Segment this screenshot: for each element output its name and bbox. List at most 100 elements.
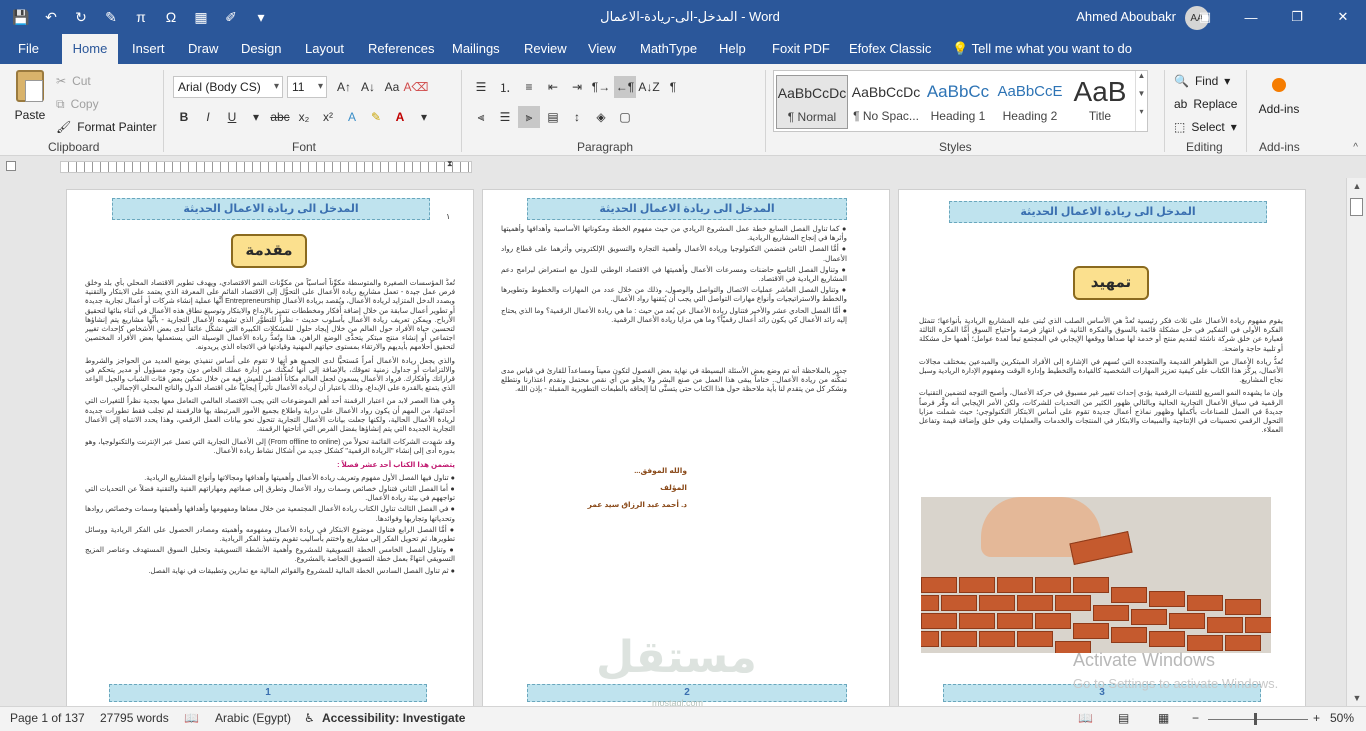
italic-icon[interactable]: I bbox=[197, 106, 219, 128]
font-color-dropdown-icon[interactable]: ▾ bbox=[413, 106, 435, 128]
bullets-icon[interactable]: ☰ bbox=[470, 76, 492, 98]
font-size-select[interactable]: 11 bbox=[287, 76, 327, 98]
justify-icon[interactable]: ▤ bbox=[542, 106, 564, 128]
numbering-icon[interactable]: ⒈ bbox=[494, 76, 516, 98]
accessibility-status[interactable]: Accessibility: Investigate bbox=[322, 711, 465, 725]
document-canvas[interactable]: المدخل الى ريادة الاعمال الحديثة ١ مقدمة… bbox=[0, 178, 1346, 706]
clear-formatting-icon[interactable]: A⌫ bbox=[404, 76, 429, 98]
close-icon[interactable]: ✕ bbox=[1320, 0, 1366, 34]
collapse-ribbon-icon[interactable]: ^ bbox=[1353, 142, 1358, 153]
scroll-thumb[interactable] bbox=[1350, 198, 1363, 216]
page-count[interactable]: Page 1 of 137 bbox=[10, 711, 85, 725]
superscript-icon[interactable]: x² bbox=[317, 106, 339, 128]
draw-icon[interactable]: ✎ bbox=[100, 6, 122, 28]
ribbon-display-icon[interactable]: ▣ bbox=[1182, 0, 1228, 34]
highlight-icon[interactable]: ✎ bbox=[365, 106, 387, 128]
style-heading-2[interactable]: AaBbCcE Heading 2 bbox=[994, 75, 1066, 129]
format-painter-button[interactable]: 🖌 Format Painter bbox=[56, 116, 157, 139]
tab-references[interactable]: References bbox=[360, 34, 442, 64]
page-2[interactable]: المدخل الى ريادة الاعمال الحديثة ● كما ت… bbox=[482, 189, 890, 706]
decrease-indent-icon[interactable]: ⇤ bbox=[542, 76, 564, 98]
scroll-up-icon[interactable]: ▲ bbox=[1347, 178, 1366, 194]
scroll-down-icon[interactable]: ▼ bbox=[1347, 690, 1366, 706]
minimize-icon[interactable]: — bbox=[1228, 0, 1274, 34]
tab-view[interactable]: View bbox=[580, 34, 624, 64]
rtl-icon[interactable]: ←¶ bbox=[614, 76, 636, 98]
underline-dropdown-icon[interactable]: ▾ bbox=[245, 106, 267, 128]
tab-efofex-classic[interactable]: Efofex Classic bbox=[841, 34, 939, 64]
tab-mailings[interactable]: Mailings bbox=[444, 34, 508, 64]
proofing-icon[interactable]: 📖 bbox=[184, 711, 199, 725]
user-name[interactable]: Ahmed Aboubakr bbox=[1076, 9, 1176, 24]
undo-icon[interactable]: ↶ bbox=[40, 6, 62, 28]
tab-insert[interactable]: Insert bbox=[124, 34, 173, 64]
align-left-icon[interactable]: ⫷ bbox=[470, 106, 492, 128]
underline-icon[interactable]: U bbox=[221, 106, 243, 128]
styles-scroll[interactable]: ▲ ▼ ▾ bbox=[1135, 71, 1147, 131]
grow-font-icon[interactable]: A↑ bbox=[333, 76, 355, 98]
tab-layout[interactable]: Layout bbox=[297, 34, 352, 64]
tab-design[interactable]: Design bbox=[233, 34, 289, 64]
restore-icon[interactable]: ❐ bbox=[1274, 0, 1320, 34]
paste-button[interactable]: Paste bbox=[12, 70, 48, 132]
copy-button[interactable]: ⧉ Copy bbox=[56, 93, 157, 116]
zoom-level[interactable]: 50% bbox=[1330, 711, 1354, 725]
table-icon[interactable]: ▦ bbox=[190, 6, 212, 28]
style-title[interactable]: AaB Title bbox=[1064, 75, 1136, 129]
tab-draw[interactable]: Draw bbox=[180, 34, 226, 64]
increase-indent-icon[interactable]: ⇥ bbox=[566, 76, 588, 98]
tab-review[interactable]: Review bbox=[516, 34, 575, 64]
font-color-icon[interactable]: A bbox=[389, 106, 411, 128]
web-layout-icon[interactable]: ▦ bbox=[1158, 711, 1169, 725]
print-layout-icon[interactable]: ▤ bbox=[1118, 711, 1129, 725]
zoom-out-icon[interactable]: − bbox=[1192, 711, 1199, 725]
style-no-spacing[interactable]: AaBbCcDc ¶ No Spac... bbox=[850, 75, 922, 129]
zoom-in-icon[interactable]: + bbox=[1313, 711, 1320, 725]
shading-icon[interactable]: ◈ bbox=[590, 106, 612, 128]
save-icon[interactable]: 💾 bbox=[10, 6, 32, 28]
ltr-icon[interactable]: ¶→ bbox=[590, 76, 612, 98]
tab-mathtype[interactable]: MathType bbox=[632, 34, 705, 64]
align-right-icon[interactable]: ⫸ bbox=[518, 106, 540, 128]
tab-file[interactable]: File bbox=[10, 34, 47, 64]
line-spacing-icon[interactable]: ↕ bbox=[566, 106, 588, 128]
add-ins-button[interactable]: Add-ins bbox=[1254, 74, 1304, 116]
tab-help[interactable]: Help bbox=[711, 34, 754, 64]
show-marks-icon[interactable]: ¶ bbox=[662, 76, 684, 98]
customize-qat-icon[interactable]: ▾ bbox=[250, 6, 272, 28]
indent-marker-icon[interactable]: ⧗ bbox=[447, 159, 453, 169]
strikethrough-icon[interactable]: abc bbox=[269, 106, 291, 128]
align-center-icon[interactable]: ☰ bbox=[494, 106, 516, 128]
page-3[interactable]: المدخل الى ريادة الاعمال الحديثة تمهيد ي… bbox=[898, 189, 1306, 706]
page-1[interactable]: المدخل الى ريادة الاعمال الحديثة ١ مقدمة… bbox=[66, 189, 474, 706]
shrink-font-icon[interactable]: A↓ bbox=[357, 76, 379, 98]
horizontal-ruler[interactable]: ⧗ bbox=[60, 159, 472, 173]
vertical-scrollbar[interactable]: ▲ ▼ bbox=[1346, 178, 1366, 706]
tell-me-box[interactable]: 💡 Tell me what you want to do bbox=[944, 34, 1140, 64]
tab-selector-icon[interactable] bbox=[6, 161, 16, 171]
cut-button[interactable]: ✂ Cut bbox=[56, 70, 157, 93]
zoom-slider[interactable] bbox=[1208, 719, 1308, 720]
style-heading-1[interactable]: AaBbCc Heading 1 bbox=[922, 75, 994, 129]
zoom-knob[interactable] bbox=[1254, 713, 1257, 725]
read-mode-icon[interactable]: 📖 bbox=[1078, 711, 1093, 725]
change-case-icon[interactable]: Aa bbox=[381, 76, 403, 98]
select-button[interactable]: ⬚ Select ▾ bbox=[1174, 116, 1237, 139]
replace-button[interactable]: ab Replace bbox=[1174, 93, 1237, 116]
text-effects-icon[interactable]: A bbox=[341, 106, 363, 128]
omega-icon[interactable]: Ω bbox=[160, 6, 182, 28]
word-count[interactable]: 27795 words bbox=[100, 711, 169, 725]
subscript-icon[interactable]: x₂ bbox=[293, 106, 315, 128]
tab-foxit-pdf[interactable]: Foxit PDF bbox=[764, 34, 838, 64]
sort-icon[interactable]: A↓Z bbox=[638, 76, 660, 98]
eraser-icon[interactable]: ✐ bbox=[220, 6, 242, 28]
multilevel-list-icon[interactable]: ≡ bbox=[518, 76, 540, 98]
bold-icon[interactable]: B bbox=[173, 106, 195, 128]
find-button[interactable]: 🔍 Find ▾ bbox=[1174, 70, 1237, 93]
language[interactable]: Arabic (Egypt) bbox=[215, 711, 291, 725]
pi-icon[interactable]: π bbox=[130, 6, 152, 28]
font-family-select[interactable]: Arial (Body CS) bbox=[173, 76, 283, 98]
borders-icon[interactable]: ▢ bbox=[614, 106, 636, 128]
tab-home[interactable]: Home bbox=[62, 34, 118, 64]
style-normal[interactable]: AaBbCcDc ¶ Normal bbox=[776, 75, 848, 129]
